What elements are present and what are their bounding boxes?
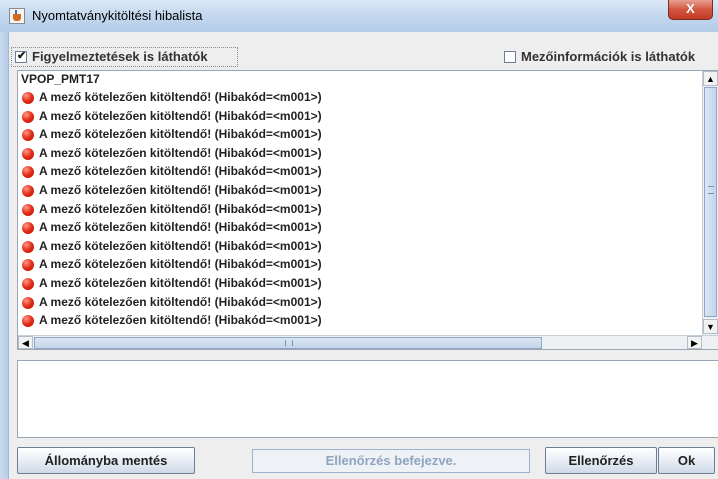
title-bar[interactable]: Nyomtatványkitöltési hibalista X — [0, 0, 718, 33]
error-icon — [22, 110, 34, 123]
fieldinfo-label[interactable]: Mezőinformációk is láthatók — [521, 49, 695, 64]
error-icon — [22, 129, 34, 142]
fieldinfo-checkbox[interactable] — [504, 51, 516, 63]
list-item[interactable]: A mező kötelezően kitöltendő! (Hibakód=<… — [21, 238, 701, 256]
ok-button[interactable]: Ok — [658, 447, 715, 474]
detail-text-area[interactable] — [17, 360, 718, 438]
error-message: A mező kötelezően kitöltendő! (Hibakód=<… — [39, 313, 322, 328]
checkmark-icon: ✔ — [17, 50, 27, 62]
list-item[interactable]: A mező kötelezően kitöltendő! (Hibakód=<… — [21, 163, 701, 181]
error-message: A mező kötelezően kitöltendő! (Hibakód=<… — [39, 294, 322, 309]
window-frame-left — [0, 32, 8, 479]
list-item[interactable]: A mező kötelezően kitöltendő! (Hibakód=<… — [21, 126, 701, 144]
error-list-window: Nyomtatványkitöltési hibalista X ✔ Figye… — [0, 0, 718, 479]
error-icon — [22, 278, 34, 290]
list-item[interactable]: A mező kötelezően kitöltendő! (Hibakód=<… — [21, 201, 701, 219]
close-icon: X — [686, 1, 695, 16]
error-message: A mező kötelezően kitöltendő! (Hibakód=<… — [39, 201, 322, 216]
form-name-header: VPOP_PMT17 — [21, 72, 100, 86]
error-icon — [22, 147, 34, 160]
error-message: A mező kötelezően kitöltendő! (Hibakód=<… — [39, 164, 322, 179]
java-app-icon — [9, 8, 25, 24]
window-title: Nyomtatványkitöltési hibalista — [32, 8, 203, 23]
error-icon — [22, 185, 34, 197]
warnings-label[interactable]: Figyelmeztetések is láthatók — [32, 49, 208, 64]
list-item[interactable]: A mező kötelezően kitöltendő! (Hibakód=<… — [21, 256, 701, 274]
error-message: A mező kötelezően kitöltendő! (Hibakód=<… — [39, 220, 322, 235]
vertical-scrollbar[interactable]: ▲ ▼ — [702, 71, 718, 335]
scroll-right-icon[interactable]: ▶ — [687, 336, 702, 349]
error-message: A mező kötelezően kitöltendő! (Hibakód=<… — [39, 276, 322, 290]
error-icon — [22, 315, 34, 328]
horizontal-scrollbar[interactable]: ◀ ▶ — [18, 335, 718, 349]
error-icon — [22, 296, 34, 309]
warnings-checkbox[interactable]: ✔ — [15, 50, 27, 63]
error-message: A mező kötelezően kitöltendő! (Hibakód=<… — [39, 183, 322, 197]
check-button[interactable]: Ellenőrzés — [545, 447, 657, 474]
list-item[interactable]: A mező kötelezően kitöltendő! (Hibakód=<… — [21, 219, 701, 237]
scroll-up-icon[interactable]: ▲ — [703, 71, 718, 86]
scroll-left-icon[interactable]: ◀ — [18, 336, 33, 349]
error-icon — [22, 92, 34, 104]
error-message: A mező kötelezően kitöltendő! (Hibakód=<… — [39, 90, 322, 104]
error-message: A mező kötelezően kitöltendő! (Hibakód=<… — [39, 145, 322, 160]
list-item[interactable]: A mező kötelezően kitöltendő! (Hibakód=<… — [21, 145, 701, 163]
list-item[interactable]: A mező kötelezően kitöltendő! (Hibakód=<… — [21, 108, 701, 126]
error-icon — [22, 240, 34, 253]
list-item[interactable]: A mező kötelezően kitöltendő! (Hibakód=<… — [21, 89, 701, 107]
error-icon — [22, 166, 34, 179]
list-item[interactable]: A mező kötelezően kitöltendő! (Hibakód=<… — [21, 182, 701, 200]
save-to-file-button[interactable]: Állományba mentés — [17, 447, 195, 474]
error-message: A mező kötelezően kitöltendő! (Hibakód=<… — [39, 257, 322, 272]
close-button[interactable]: X — [668, 0, 713, 20]
list-item[interactable]: A mező kötelezően kitöltendő! (Hibakód=<… — [21, 294, 701, 312]
vertical-scroll-thumb[interactable] — [704, 87, 717, 317]
error-message: A mező kötelezően kitöltendő! (Hibakód=<… — [39, 238, 322, 253]
status-field: Ellenőrzés befejezve. — [252, 449, 530, 473]
error-icon — [22, 222, 34, 235]
list-item[interactable]: A mező kötelezően kitöltendő! (Hibakód=<… — [21, 275, 701, 293]
error-message: A mező kötelezően kitöltendő! (Hibakód=<… — [39, 127, 322, 142]
horizontal-scroll-thumb[interactable] — [34, 337, 542, 349]
error-message: A mező kötelezően kitöltendő! (Hibakód=<… — [39, 108, 322, 123]
scroll-down-icon[interactable]: ▼ — [703, 319, 718, 334]
error-icon — [22, 203, 34, 216]
error-icon — [22, 259, 34, 272]
list-item[interactable]: A mező kötelezően kitöltendő! (Hibakód=<… — [21, 312, 701, 330]
error-list[interactable]: VPOP_PMT17 A mező kötelezően kitöltendő!… — [17, 70, 718, 350]
